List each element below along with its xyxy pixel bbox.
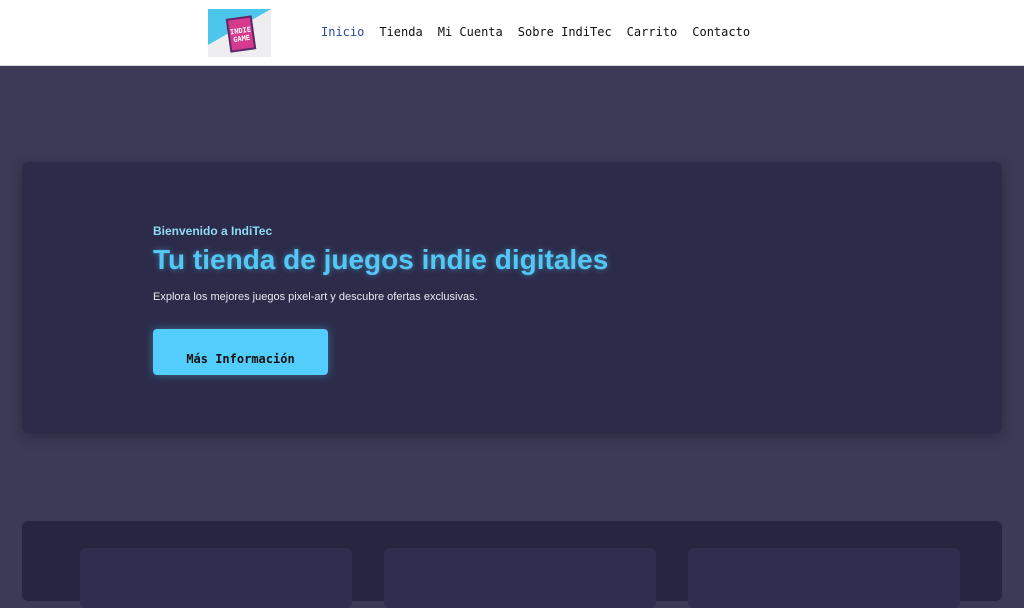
more-info-button[interactable]: Más Información xyxy=(153,329,328,375)
nav-mi-cuenta[interactable]: Mi Cuenta xyxy=(438,25,503,39)
hero-section: Bienvenido a IndiTec Tu tienda de juegos… xyxy=(22,162,1002,433)
game-card[interactable] xyxy=(384,548,656,608)
logo-text: INDIE GAME xyxy=(225,15,257,53)
hero-subtitle: Explora los mejores juegos pixel-art y d… xyxy=(153,291,478,303)
featured-section xyxy=(22,521,1002,608)
game-card[interactable] xyxy=(80,548,352,608)
hero-title: Tu tienda de juegos indie digitales xyxy=(153,244,609,275)
nav-tienda[interactable]: Tienda xyxy=(379,25,422,39)
nav-sobre-inditec[interactable]: Sobre IndiTec xyxy=(518,25,612,39)
site-logo[interactable]: INDIE GAME xyxy=(208,9,271,57)
nav-contacto[interactable]: Contacto xyxy=(692,25,750,39)
main-nav: Inicio Tienda Mi Cuenta Sobre IndiTec Ca… xyxy=(321,25,750,39)
hero-kicker: Bienvenido a IndiTec xyxy=(153,224,273,238)
game-card[interactable] xyxy=(688,548,960,608)
nav-inicio[interactable]: Inicio xyxy=(321,25,364,39)
nav-carrito[interactable]: Carrito xyxy=(627,25,678,39)
site-header: INDIE GAME Inicio Tienda Mi Cuenta Sobre… xyxy=(0,0,1024,66)
